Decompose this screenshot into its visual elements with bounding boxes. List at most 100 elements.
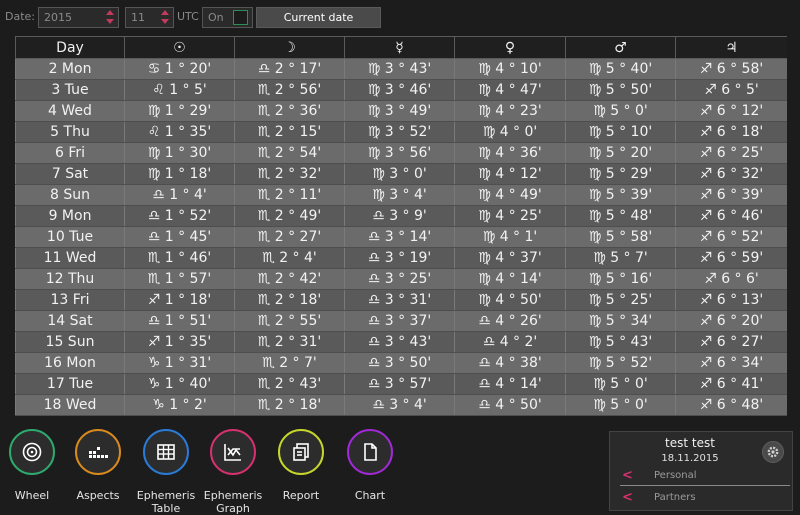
position-cell: ♏ 2 ° 42' xyxy=(234,268,345,290)
partners-item[interactable]: < Partners xyxy=(620,490,788,508)
position-cell: ♎ 2 ° 17' xyxy=(234,58,345,80)
table-row: 14 Sat ♎ 1 ° 51' ♏ 2 ° 55' ♎ 3 ° 37' ♎ 4 ° 2… xyxy=(15,310,787,332)
year-stepper[interactable] xyxy=(106,9,115,26)
day-cell: 9 Mon xyxy=(15,205,125,227)
wheel-button[interactable]: Wheel xyxy=(0,429,67,502)
day-cell: 7 Sat xyxy=(15,163,125,185)
column-header-planet: ☽ xyxy=(234,36,345,59)
position-cell: ♎ 1 ° 4' xyxy=(124,184,235,206)
position-cell: ♍ 4 ° 36' xyxy=(454,142,566,164)
position-cell: ♎ 1 ° 45' xyxy=(124,226,235,248)
position-cell: ♍ 5 ° 40' xyxy=(565,58,676,80)
table-row: 5 Thu ♌ 1 ° 35' ♏ 2 ° 15' ♍ 3 ° 52' ♍ 4 ° 0'… xyxy=(15,121,787,143)
position-cell: ♎ 4 ° 38' xyxy=(454,352,566,374)
position-cell: ♍ 4 ° 47' xyxy=(454,79,566,101)
table-row: 15 Sun ♐ 1 ° 35' ♏ 2 ° 31' ♎ 3 ° 43' ♎ 4 ° 2… xyxy=(15,331,787,353)
position-cell: ♐ 6 ° 27' xyxy=(675,331,787,353)
position-cell: ♏ 2 ° 11' xyxy=(234,184,345,206)
column-header-planet: ♀ xyxy=(454,36,566,59)
chevron-left-icon: < xyxy=(622,468,633,483)
utc-value: On xyxy=(208,11,224,24)
column-header-planet: ☿ xyxy=(344,36,455,59)
table-row: 18 Wed ♑ 1 ° 2' ♏ 2 ° 18' ♎ 3 ° 4' ♎ 4 ° 50'… xyxy=(15,394,787,416)
position-cell: ♏ 1 ° 57' xyxy=(124,268,235,290)
position-cell: ♎ 4 ° 2' xyxy=(454,331,566,353)
position-cell: ♎ 4 ° 50' xyxy=(454,394,566,416)
day-cell: 11 Wed xyxy=(15,247,125,269)
position-cell: ♐ 6 ° 18' xyxy=(675,121,787,143)
column-header-day: Day xyxy=(15,36,125,59)
day-cell: 10 Tue xyxy=(15,226,125,248)
day-cell: 8 Sun xyxy=(15,184,125,206)
profile-date: 18.11.2015 xyxy=(661,453,719,464)
table-row: 9 Mon ♎ 1 ° 52' ♏ 2 ° 49' ♎ 3 ° 9' ♍ 4 ° 25'… xyxy=(15,205,787,227)
position-cell: ♎ 3 ° 9' xyxy=(344,205,455,227)
position-cell: ♍ 4 ° 37' xyxy=(454,247,566,269)
position-cell: ♍ 5 ° 29' xyxy=(565,163,676,185)
position-cell: ♐ 6 ° 58' xyxy=(675,58,787,80)
position-cell: ♍ 1 ° 29' xyxy=(124,100,235,122)
position-cell: ♍ 5 ° 48' xyxy=(565,205,676,227)
position-cell: ♌ 1 ° 35' xyxy=(124,121,235,143)
position-cell: ♍ 4 ° 49' xyxy=(454,184,566,206)
position-cell: ♏ 2 ° 55' xyxy=(234,310,345,332)
position-cell: ♏ 2 ° 36' xyxy=(234,100,345,122)
utc-checkbox[interactable] xyxy=(233,10,248,25)
position-cell: ♍ 5 ° 0' xyxy=(565,100,676,122)
position-cell: ♐ 6 ° 34' xyxy=(675,352,787,374)
position-cell: ♏ 2 ° 15' xyxy=(234,121,345,143)
day-cell: 2 Mon xyxy=(15,58,125,80)
aspects-button[interactable]: Aspects xyxy=(63,429,133,502)
chart-button[interactable]: Chart xyxy=(335,429,405,502)
wheel-icon xyxy=(9,429,55,475)
position-cell: ♍ 5 ° 16' xyxy=(565,268,676,290)
chevron-left-icon: < xyxy=(622,490,633,505)
partners-label: Partners xyxy=(654,492,696,503)
position-cell: ♍ 4 ° 50' xyxy=(454,289,566,311)
utc-toggle[interactable]: On xyxy=(202,7,253,28)
ephemeris-graph-button[interactable]: Ephemeris Graph xyxy=(198,429,268,515)
position-cell: ♎ 3 ° 4' xyxy=(344,394,455,416)
position-cell: ♎ 3 ° 31' xyxy=(344,289,455,311)
month-field[interactable]: 11 xyxy=(125,7,174,28)
day-cell: 12 Thu xyxy=(15,268,125,290)
personal-item[interactable]: < Personal xyxy=(620,468,788,486)
position-cell: ♎ 4 ° 26' xyxy=(454,310,566,332)
position-cell: ♏ 2 ° 27' xyxy=(234,226,345,248)
position-cell: ♍ 5 ° 20' xyxy=(565,142,676,164)
position-cell: ♏ 1 ° 46' xyxy=(124,247,235,269)
table-row: 2 Mon ♋ 1 ° 20' ♎ 2 ° 17' ♍ 3 ° 43' ♍ 4 ° 10… xyxy=(15,58,787,80)
table-row: 11 Wed ♏ 1 ° 46' ♏ 2 ° 4' ♎ 3 ° 19' ♍ 4 ° 37… xyxy=(15,247,787,269)
position-cell: ♐ 1 ° 35' xyxy=(124,331,235,353)
report-button[interactable]: Report xyxy=(266,429,336,502)
gear-icon[interactable] xyxy=(762,441,784,463)
position-cell: ♍ 4 ° 1' xyxy=(454,226,566,248)
graph-icon xyxy=(210,429,256,475)
position-cell: ♐ 6 ° 41' xyxy=(675,373,787,395)
position-cell: ♎ 4 ° 14' xyxy=(454,373,566,395)
profile-name: test test xyxy=(665,436,715,450)
position-cell: ♌ 1 ° 5' xyxy=(124,79,235,101)
current-date-button[interactable]: Current date xyxy=(256,7,381,28)
position-cell: ♎ 3 ° 25' xyxy=(344,268,455,290)
position-cell: ♋ 1 ° 20' xyxy=(124,58,235,80)
month-stepper[interactable] xyxy=(161,9,170,26)
position-cell: ♍ 5 ° 34' xyxy=(565,310,676,332)
date-label: Date: xyxy=(5,10,35,23)
position-cell: ♍ 3 ° 52' xyxy=(344,121,455,143)
position-cell: ♑ 1 ° 40' xyxy=(124,373,235,395)
table-row: 12 Thu ♏ 1 ° 57' ♏ 2 ° 42' ♎ 3 ° 25' ♍ 4 ° 1… xyxy=(15,268,787,290)
utc-label: UTC xyxy=(177,10,199,23)
year-field[interactable]: 2015 xyxy=(38,7,119,28)
ephemeris-table-button[interactable]: Ephemeris Table xyxy=(131,429,201,515)
position-cell: ♎ 3 ° 43' xyxy=(344,331,455,353)
position-cell: ♐ 6 ° 46' xyxy=(675,205,787,227)
position-cell: ♍ 3 ° 43' xyxy=(344,58,455,80)
day-cell: 16 Mon xyxy=(15,352,125,374)
position-cell: ♐ 6 ° 25' xyxy=(675,142,787,164)
day-cell: 6 Fri xyxy=(15,142,125,164)
position-cell: ♎ 1 ° 52' xyxy=(124,205,235,227)
position-cell: ♍ 3 ° 0' xyxy=(344,163,455,185)
ephemeris-graph-label: Ephemeris Graph xyxy=(203,489,263,515)
position-cell: ♏ 2 ° 4' xyxy=(234,247,345,269)
